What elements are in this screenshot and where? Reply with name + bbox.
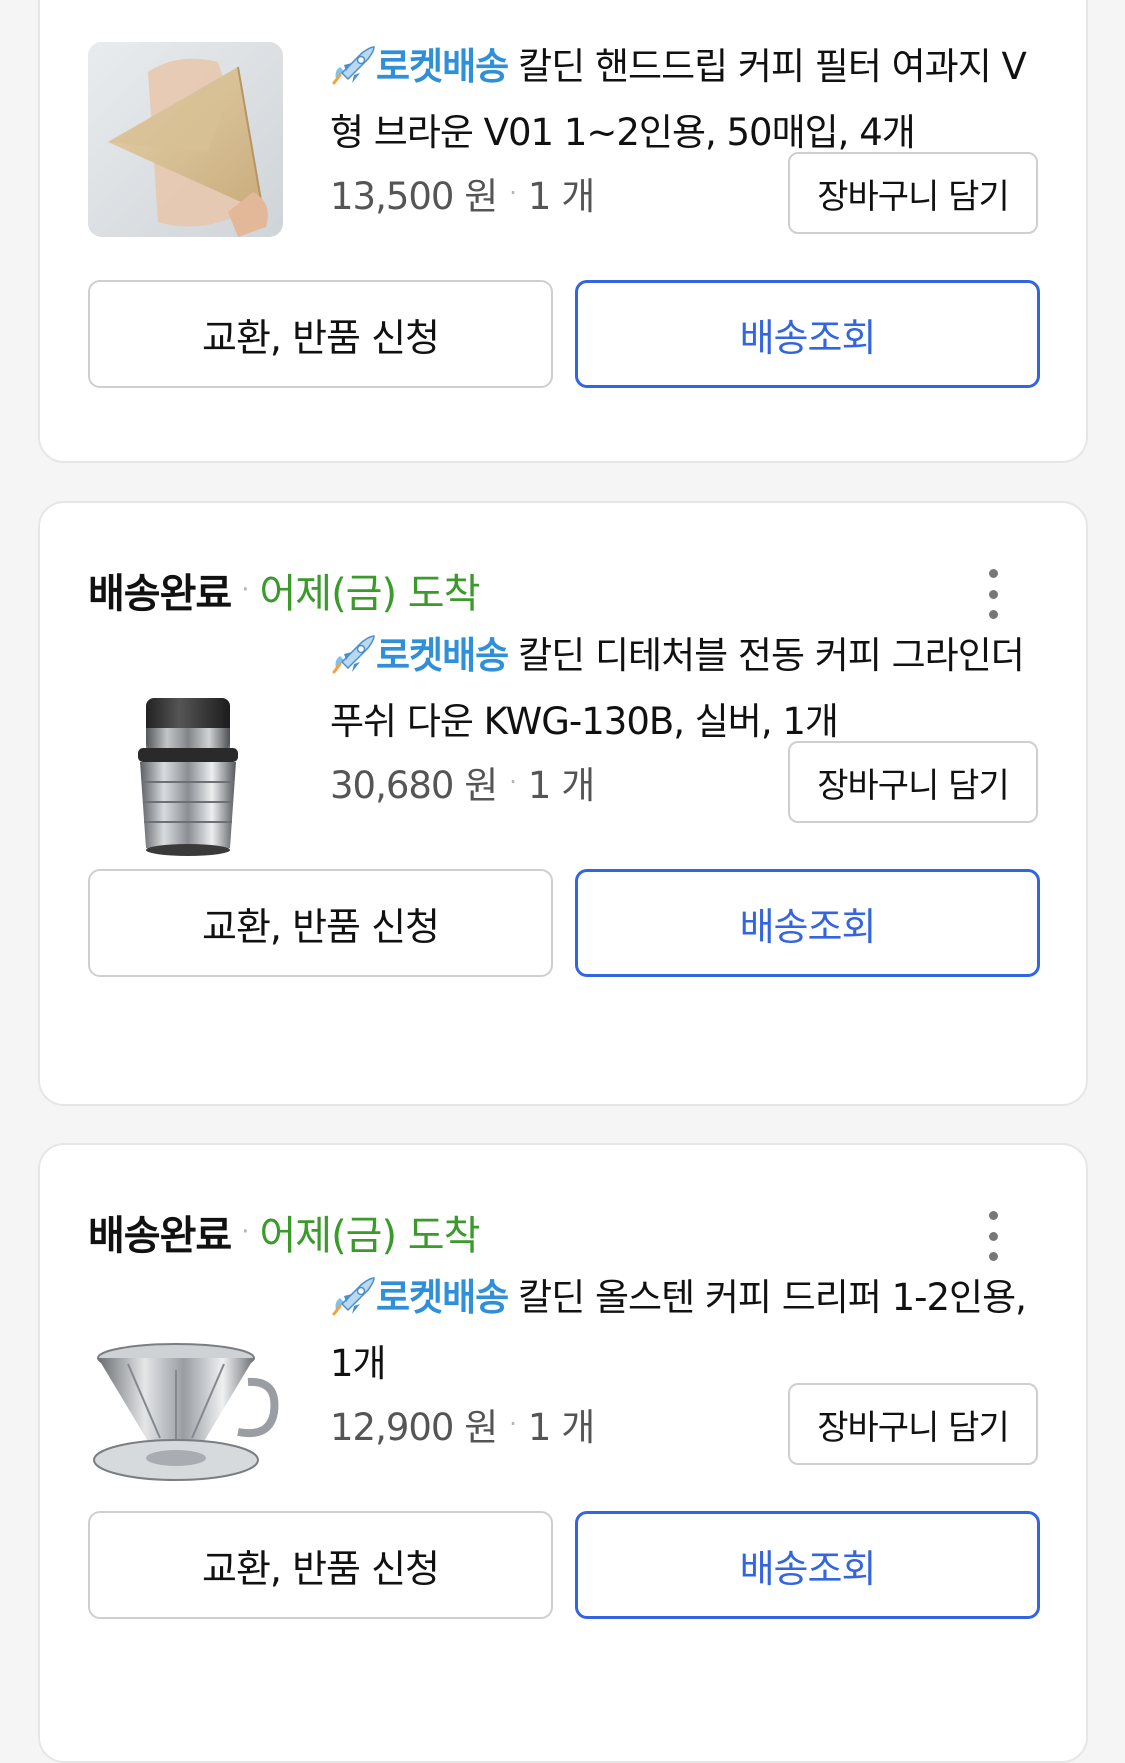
order-card: 배송완료 · 어제(금) 도착 <box>38 501 1088 1106</box>
coffee-dripper-image <box>93 1343 279 1481</box>
product-price: 13,500 원 <box>330 175 498 218</box>
rocket-delivery-label: 로켓배송 <box>376 45 509 88</box>
product-quantity: 1 개 <box>527 1406 595 1449</box>
delivery-status-header: 배송완료 · 어제(금) 도착 <box>88 565 480 617</box>
arrival-date: 어제(금) 도착 <box>259 1213 480 1259</box>
product-thumbnail[interactable] <box>88 1320 283 1515</box>
coffee-grinder-image <box>138 698 238 856</box>
more-options-icon[interactable] <box>978 569 1008 619</box>
exchange-return-button[interactable]: 교환, 반품 신청 <box>88 280 553 388</box>
track-delivery-button[interactable]: 배송조회 <box>575 869 1040 977</box>
exchange-return-button[interactable]: 교환, 반품 신청 <box>88 869 553 977</box>
delivery-status: 배송완료 <box>88 1213 232 1259</box>
separator-dot: · <box>241 575 250 605</box>
product-price: 30,680 원 <box>330 764 498 807</box>
separator-dot: · <box>509 179 517 207</box>
order-card: 배송완료 · 어제(금) 도착 <box>38 1143 1088 1763</box>
price-row: 13,500 원 · 1 개 <box>330 168 595 218</box>
separator-dot: · <box>509 768 517 796</box>
track-delivery-button[interactable]: 배송조회 <box>575 280 1040 388</box>
rocket-delivery-label: 로켓배송 <box>376 634 509 677</box>
add-to-cart-button[interactable]: 장바구니 담기 <box>788 1383 1038 1465</box>
delivery-status-header: 배송완료 · 어제(금) 도착 <box>88 1207 480 1259</box>
more-options-icon[interactable] <box>978 1211 1008 1261</box>
product-quantity: 1 개 <box>527 764 595 807</box>
delivery-status: 배송완료 <box>88 571 232 617</box>
arrival-date: 어제(금) 도착 <box>259 571 480 617</box>
product-title[interactable]: 로켓배송 칼딘 핸드드립 커피 필터 여과지 V형 브라운 V01 1~2인용, … <box>330 34 1050 166</box>
price-row: 12,900 원 · 1 개 <box>330 1399 595 1449</box>
rocket-delivery-label: 로켓배송 <box>376 1276 509 1319</box>
coffee-filter-paper-image <box>88 42 283 237</box>
rocket-delivery-icon <box>332 1277 375 1316</box>
separator-dot: · <box>241 1217 250 1247</box>
product-quantity: 1 개 <box>527 175 595 218</box>
product-thumbnail[interactable] <box>88 42 283 237</box>
track-delivery-button[interactable]: 배송조회 <box>575 1511 1040 1619</box>
product-title[interactable]: 로켓배송 칼딘 디테처블 전동 커피 그라인더 푸쉬 다운 KWG-130B, 실… <box>330 623 1050 755</box>
exchange-return-button[interactable]: 교환, 반품 신청 <box>88 1511 553 1619</box>
product-price: 12,900 원 <box>330 1406 498 1449</box>
product-title[interactable]: 로켓배송 칼딘 올스텐 커피 드리퍼 1-2인용, 1개 <box>330 1265 1050 1397</box>
rocket-delivery-icon <box>332 46 375 85</box>
rocket-delivery-icon <box>332 635 375 674</box>
product-thumbnail[interactable] <box>88 678 283 873</box>
add-to-cart-button[interactable]: 장바구니 담기 <box>788 741 1038 823</box>
add-to-cart-button[interactable]: 장바구니 담기 <box>788 152 1038 234</box>
order-card: 로켓배송 칼딘 핸드드립 커피 필터 여과지 V형 브라운 V01 1~2인용, … <box>38 0 1088 463</box>
price-row: 30,680 원 · 1 개 <box>330 757 595 807</box>
separator-dot: · <box>509 1410 517 1438</box>
